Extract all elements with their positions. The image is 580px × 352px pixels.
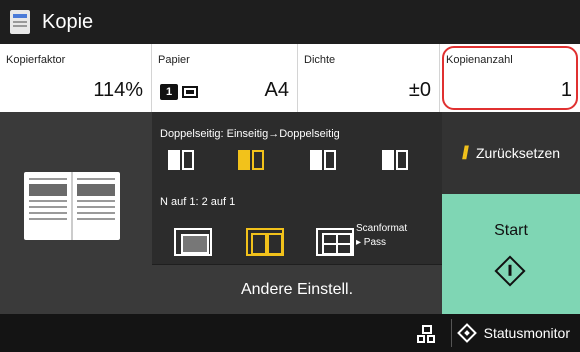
nup-off-icon[interactable] <box>174 228 212 256</box>
paper-tray-icons: 1 <box>160 84 198 100</box>
divider <box>450 319 452 347</box>
layout-preview <box>0 112 152 314</box>
paper-label: Papier <box>158 54 190 66</box>
copy-ratio-field[interactable]: Kopierfaktor 114% <box>0 44 152 112</box>
scan-format-button[interactable]: Scanformat ▸ Pass <box>356 222 407 250</box>
paper-value: A4 <box>264 79 289 101</box>
reset-label: Zurücksetzen <box>475 145 561 161</box>
duplex-1to2-icon[interactable] <box>232 146 272 176</box>
copies-label: Kopienanzahl <box>446 54 513 66</box>
reset-button[interactable]: // Zurücksetzen <box>442 112 580 194</box>
status-monitor-icon <box>456 323 477 343</box>
paper-tray-icon <box>182 86 198 98</box>
status-monitor-button[interactable]: Statusmonitor <box>456 323 580 343</box>
start-label: Start <box>494 222 528 239</box>
settings-summary: Kopierfaktor 114% Papier 1 A4 Dichte ±0 … <box>0 44 580 112</box>
reset-icon: // <box>461 142 469 163</box>
start-icon <box>494 255 526 287</box>
quick-settings-panel: Doppelseitig: Einseitig→Doppelseitig N a… <box>152 112 442 314</box>
duplex-2to1-icon[interactable] <box>376 146 416 176</box>
status-bar: Statusmonitor <box>0 314 580 352</box>
nup-2on1-icon[interactable] <box>246 228 284 256</box>
duplex-title: Doppelseitig: Einseitig→Doppelseitig <box>160 128 340 140</box>
preview-pages-icon <box>24 172 120 240</box>
other-settings-button[interactable]: Andere Einstell. <box>152 264 442 314</box>
copy-doc-icon <box>10 10 30 34</box>
page-title: Kopie <box>42 10 94 33</box>
duplex-1to1-icon[interactable] <box>162 146 202 176</box>
nup-4on1-icon[interactable] <box>316 228 354 256</box>
density-label: Dichte <box>304 54 336 66</box>
title-bar: Kopie <box>0 0 580 44</box>
copies-field[interactable]: Kopienanzahl 1 <box>440 44 580 112</box>
paper-field[interactable]: Papier 1 A4 <box>152 44 298 112</box>
density-value: ±0 <box>408 79 431 101</box>
start-button[interactable]: Start <box>442 194 580 314</box>
duplex-2to2-icon[interactable] <box>304 146 344 176</box>
scan-format-label: Scanformat <box>356 223 408 234</box>
copies-value: 1 <box>560 79 572 101</box>
status-monitor-label: Statusmonitor <box>483 325 570 341</box>
density-field[interactable]: Dichte ±0 <box>298 44 440 112</box>
nup-title: N auf 1: 2 auf 1 <box>160 196 236 208</box>
scan-format-value: ▸ Pass <box>356 237 387 248</box>
tray-number-icon: 1 <box>160 84 178 100</box>
copy-ratio-label: Kopierfaktor <box>6 54 66 66</box>
network-icon <box>416 325 433 343</box>
copy-ratio-value: 114% <box>93 79 143 101</box>
